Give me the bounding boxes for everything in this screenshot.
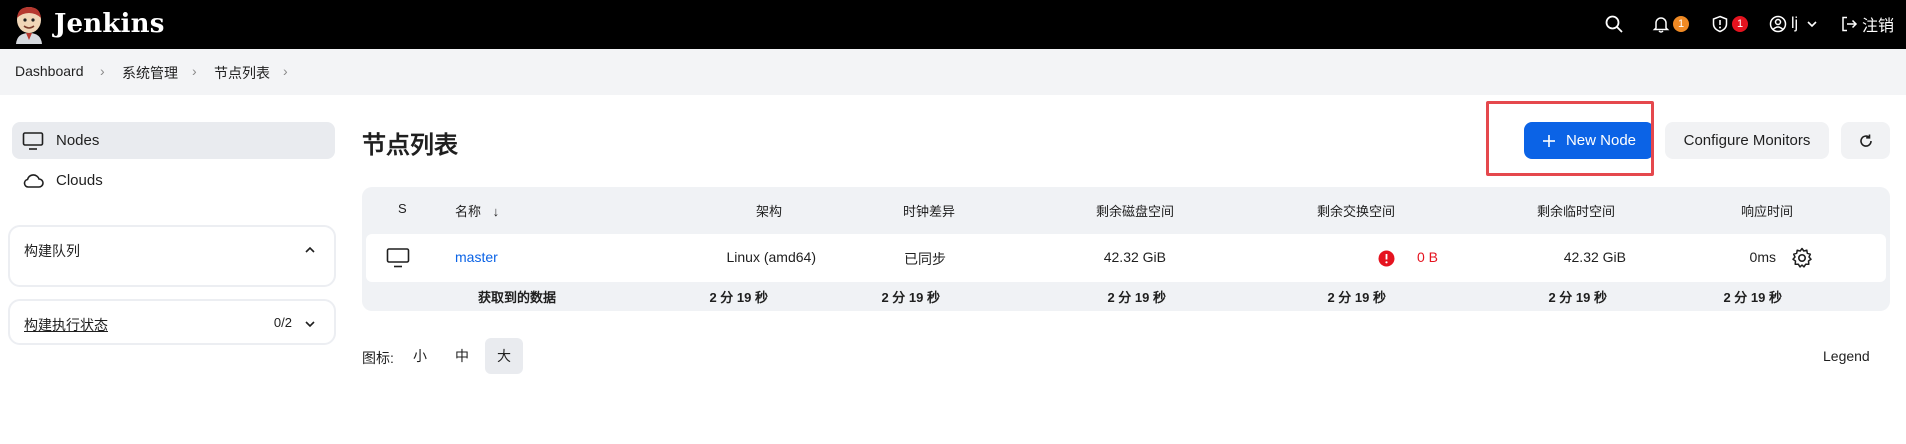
logout-icon [1842, 16, 1858, 32]
security-button[interactable]: 1 [1711, 12, 1748, 36]
column-header-free-swap[interactable]: 剩余交换空间 [1317, 201, 1395, 220]
logout-label: 注销 [1862, 18, 1895, 35]
top-bar: Jenkins 1 1 lj 注销 [0, 0, 1906, 49]
icon-size-small[interactable]: 小 [401, 338, 439, 374]
page-title: 节点列表 [362, 132, 458, 159]
column-header-clock-diff[interactable]: 时钟差异 [903, 201, 955, 220]
column-header-label: 名称 [455, 204, 482, 219]
refresh-button[interactable] [1841, 122, 1890, 159]
footer-free-temp: 2 分 19 秒 [1548, 290, 1607, 305]
executor-count: 0/2 [273, 315, 292, 330]
bell-icon [1652, 17, 1670, 33]
column-header-status[interactable]: S [398, 201, 407, 216]
user-icon [1769, 15, 1787, 33]
build-queue-title: 构建队列 [24, 243, 80, 259]
shield-alert-icon [1712, 15, 1728, 33]
sort-down-icon: ↓ [492, 204, 500, 219]
node-free-swap: 0 B [1416, 249, 1438, 265]
notifications-badge: 1 [1673, 16, 1689, 32]
icon-size-label: 图标: [362, 350, 394, 366]
column-header-free-temp[interactable]: 剩余临时空间 [1537, 201, 1615, 220]
node-architecture: Linux (amd64) [726, 249, 817, 265]
user-menu[interactable]: lj [1769, 12, 1818, 36]
legend-link[interactable]: Legend [1823, 348, 1870, 364]
security-badge: 1 [1732, 16, 1748, 32]
sidebar-item-clouds[interactable]: Clouds [12, 162, 335, 199]
jenkins-logo-icon [16, 7, 42, 44]
breadcrumb-chevron-icon: › [100, 63, 105, 79]
highlight-annotation [1486, 101, 1654, 176]
build-queue-panel: 构建队列 [8, 225, 336, 287]
breadcrumb-dashboard[interactable]: Dashboard [15, 63, 84, 79]
jenkins-home-link[interactable]: Jenkins [12, 3, 165, 45]
breadcrumb: Dashboard › 系统管理 › 节点列表 › [0, 49, 1906, 95]
column-header-free-disk[interactable]: 剩余磁盘空间 [1096, 201, 1174, 220]
node-clock-diff: 已同步 [904, 251, 946, 267]
footer-clock-diff: 2 分 19 秒 [881, 290, 940, 305]
configure-monitors-label: Configure Monitors [1683, 132, 1811, 149]
configure-monitors-button[interactable]: Configure Monitors [1665, 122, 1829, 159]
chevron-down-icon[interactable] [304, 318, 316, 330]
warning-icon [1378, 250, 1395, 270]
breadcrumb-chevron-icon: › [192, 63, 197, 79]
search-button[interactable] [1604, 12, 1624, 36]
icon-size-medium[interactable]: 中 [443, 338, 481, 374]
sidebar-item-label: Nodes [56, 132, 100, 149]
cloud-icon [23, 173, 44, 188]
column-header-name[interactable]: 名称 ↓ [455, 201, 499, 220]
node-response-time: 0ms [1749, 249, 1776, 265]
footer-label: 获取到的数据 [478, 290, 557, 305]
monitor-icon [22, 131, 44, 150]
node-free-disk: 42.32 GiB [1103, 249, 1166, 265]
footer-free-disk: 2 分 19 秒 [1107, 290, 1166, 305]
nodes-table: S 名称 ↓ 架构 时钟差异 剩余磁盘空间 剩余交换空间 剩余临时空间 响应时间… [362, 187, 1890, 311]
breadcrumb-node-list[interactable]: 节点列表 [214, 63, 270, 83]
footer-response-time: 2 分 19 秒 [1723, 290, 1782, 305]
chevron-up-icon[interactable] [304, 244, 316, 256]
user-name: lj [1791, 15, 1799, 32]
chevron-down-icon [1807, 21, 1817, 28]
gear-icon[interactable] [1791, 247, 1813, 269]
executor-status-panel: 构建执行状态 0/2 [8, 299, 336, 345]
refresh-icon [1859, 134, 1872, 147]
breadcrumb-chevron-icon[interactable]: › [283, 63, 288, 79]
logout-button[interactable]: 注销 [1840, 12, 1894, 36]
column-header-response-time[interactable]: 响应时间 [1741, 201, 1793, 220]
computer-icon [386, 248, 410, 268]
executor-status-title[interactable]: 构建执行状态 [24, 315, 108, 335]
column-header-architecture[interactable]: 架构 [756, 201, 782, 220]
footer-free-swap: 2 分 19 秒 [1327, 290, 1386, 305]
notifications-button[interactable]: 1 [1652, 12, 1689, 36]
table-row: master Linux (amd64) 已同步 42.32 GiB 0 B 4… [366, 234, 1886, 282]
node-name-link[interactable]: master [455, 249, 498, 265]
node-free-temp: 42.32 GiB [1563, 249, 1626, 265]
footer-architecture: 2 分 19 秒 [709, 290, 768, 305]
icon-size-large[interactable]: 大 [485, 338, 523, 374]
sidebar-item-nodes[interactable]: Nodes [12, 122, 335, 159]
breadcrumb-system-management[interactable]: 系统管理 [122, 63, 178, 83]
search-icon [1605, 15, 1623, 33]
sidebar-item-label: Clouds [56, 172, 103, 189]
app-name: Jenkins [54, 9, 165, 39]
